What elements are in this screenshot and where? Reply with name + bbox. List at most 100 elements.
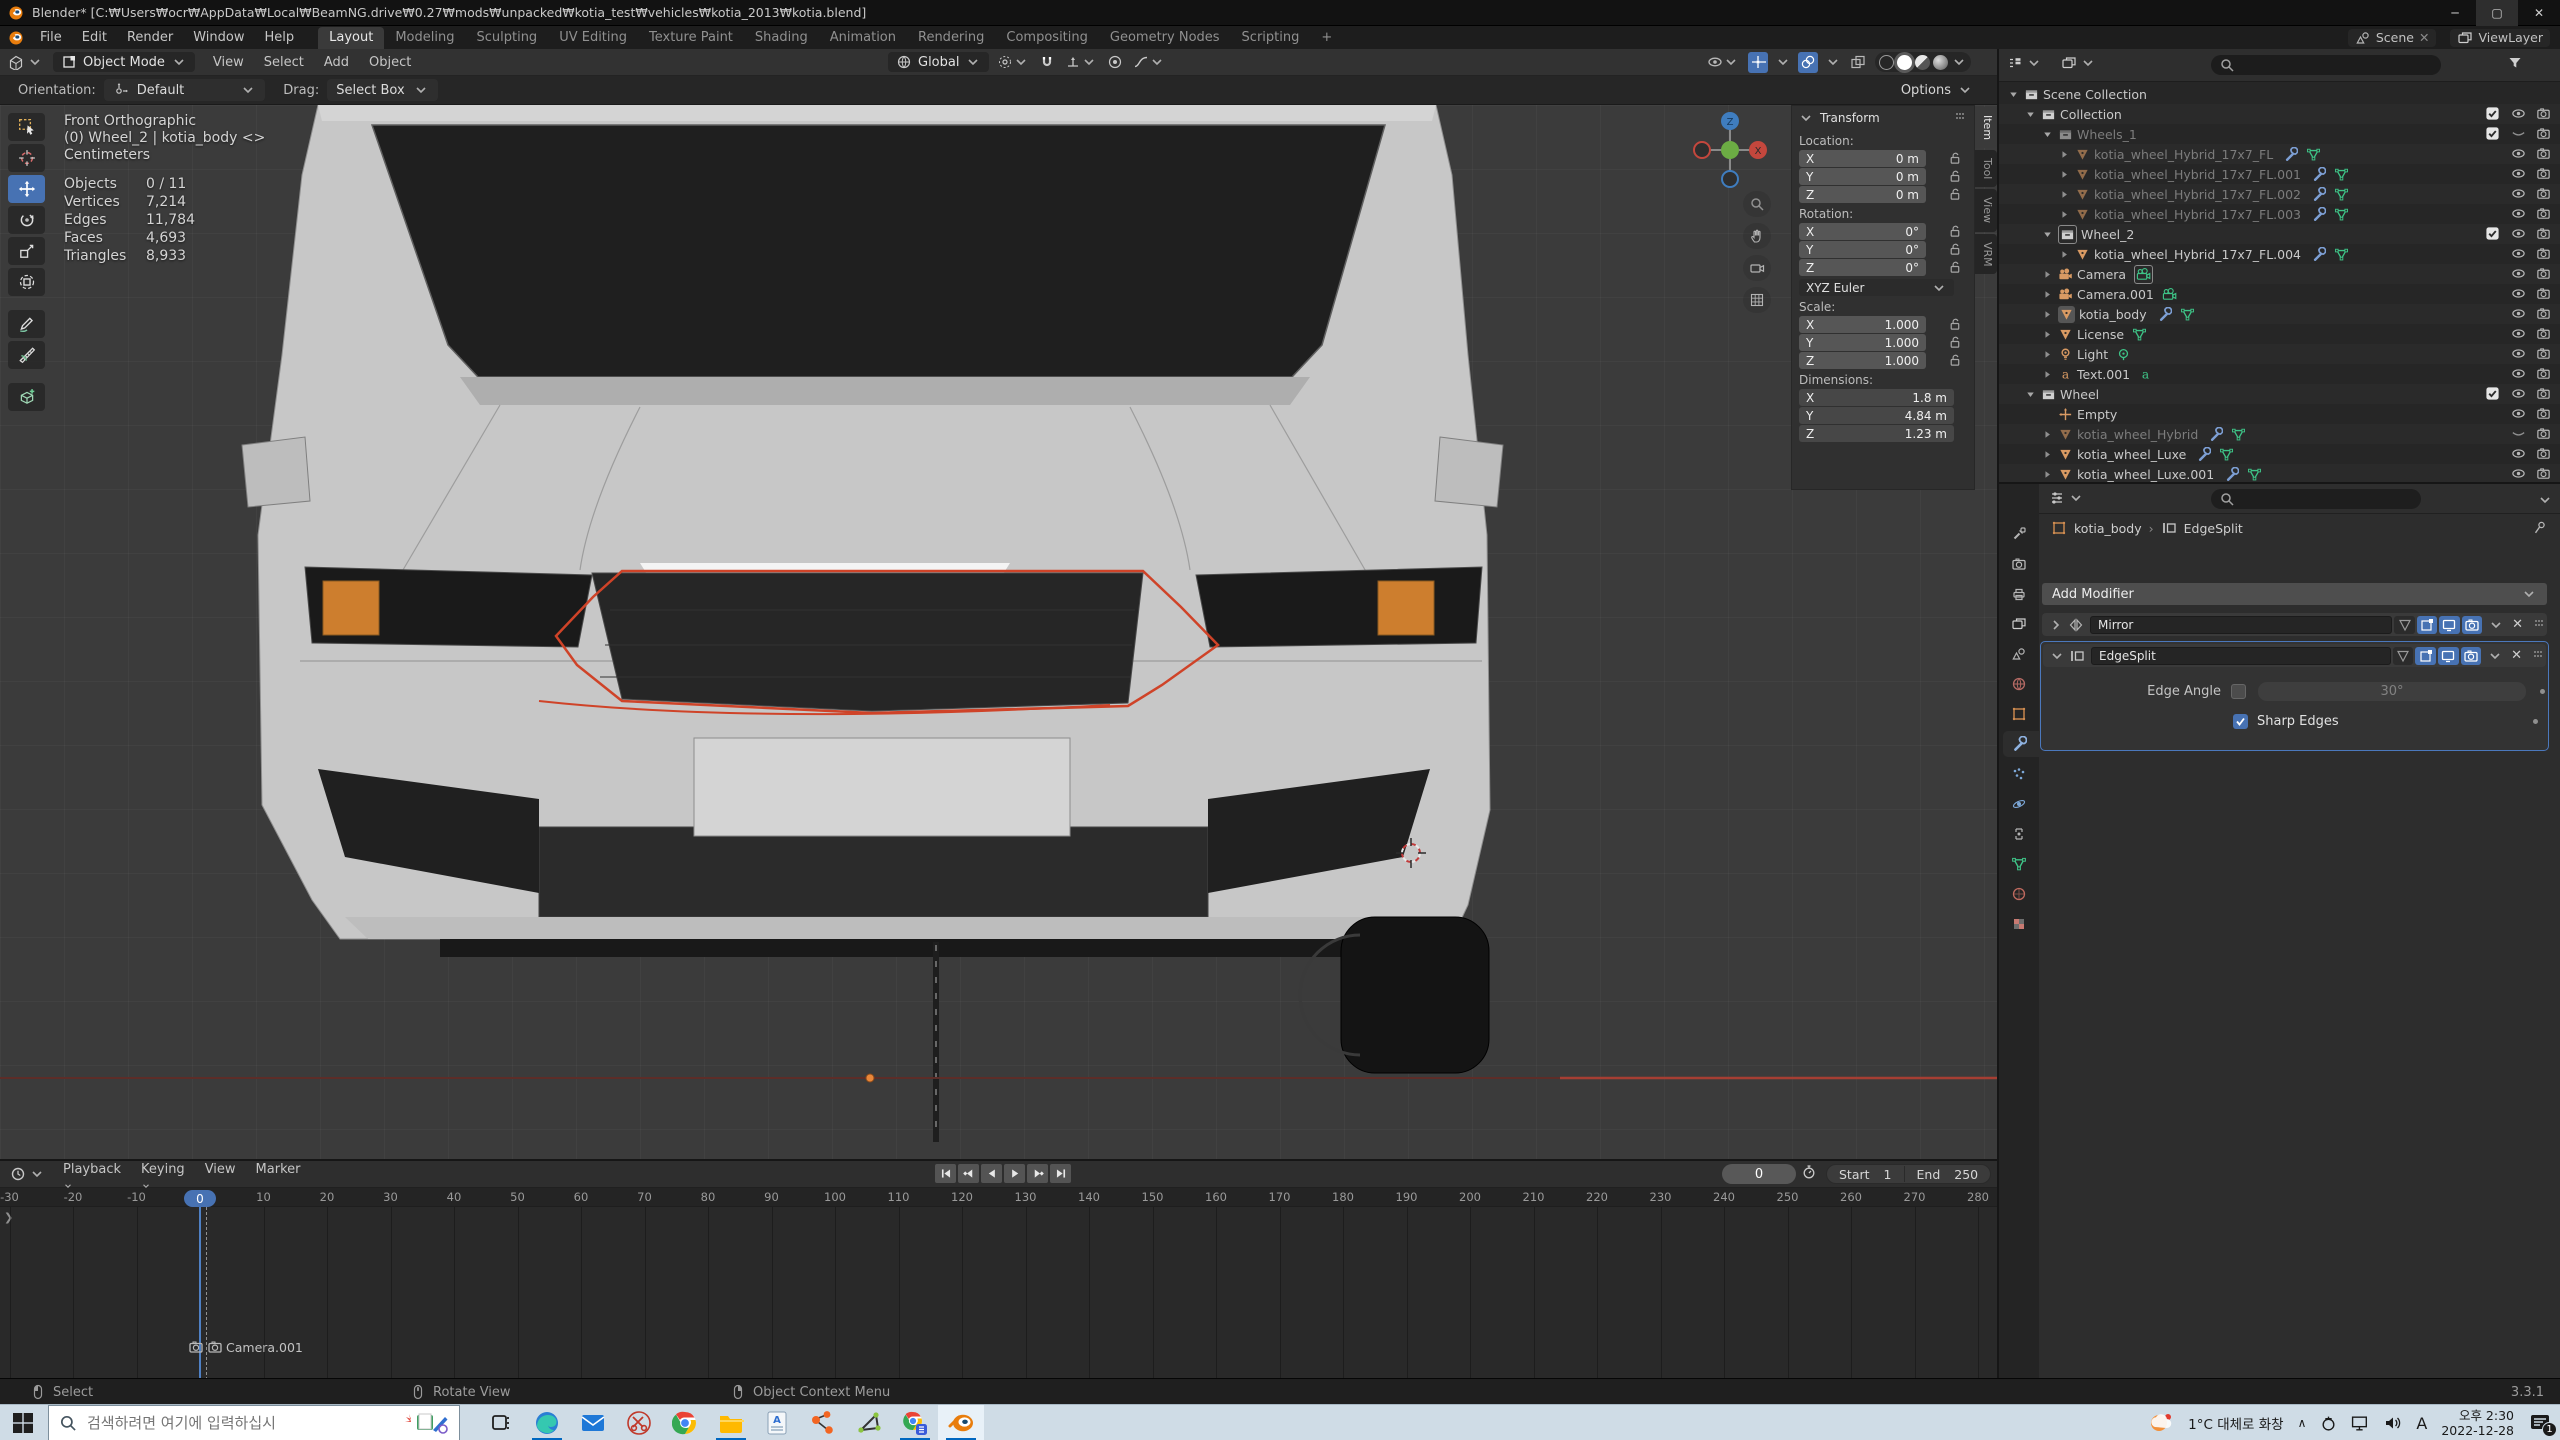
sidebar-tab-vrm[interactable]: VRM	[1975, 234, 1997, 275]
taskbar-app-chrome-profile[interactable]	[892, 1405, 938, 1440]
outliner-item-label[interactable]: Wheel	[2060, 387, 2099, 402]
taskbar-app-share-graph[interactable]	[800, 1405, 846, 1440]
expand-icon[interactable]	[2041, 268, 2054, 281]
modifier-drag-handle[interactable]	[2530, 648, 2546, 664]
display-in-viewport-toggle[interactable]	[2439, 616, 2459, 634]
tab-sculpting[interactable]: Sculpting	[465, 27, 548, 49]
expand-icon[interactable]	[2058, 208, 2071, 221]
render-visibility-icon[interactable]	[2536, 306, 2551, 321]
tab-layout[interactable]: Layout	[318, 27, 384, 49]
taskbar-app-geometry[interactable]	[846, 1405, 892, 1440]
tab-shading[interactable]: Shading	[744, 27, 819, 49]
eye-open-icon[interactable]	[2511, 266, 2526, 281]
properties-tab-physics[interactable]	[2011, 796, 2027, 812]
properties-tab-object[interactable]	[2011, 706, 2027, 722]
mesh-data-icon[interactable]	[2334, 247, 2349, 262]
expand-icon[interactable]	[2058, 248, 2071, 261]
sidebar-tab-view[interactable]: View	[1975, 189, 1997, 231]
outliner-row[interactable]: kotia_wheel_Hybrid_17x7_FL.004	[1999, 244, 2560, 264]
outliner-item-label[interactable]: kotia_wheel_Luxe	[2077, 447, 2186, 462]
render-visibility-icon[interactable]	[2536, 146, 2551, 161]
timeline-editor-type-button[interactable]	[10, 1166, 45, 1182]
tab-uv-editing[interactable]: UV Editing	[548, 27, 638, 49]
modifier-name-field[interactable]: EdgeSplit	[2091, 647, 2391, 665]
menu-edit[interactable]: Edit	[72, 26, 117, 49]
scale-x-field[interactable]: X1.000	[1799, 316, 1926, 333]
eye-open-icon[interactable]	[2511, 226, 2526, 241]
outliner-item-label[interactable]: Empty	[2077, 407, 2117, 422]
expand-icon[interactable]	[2024, 388, 2037, 401]
camera-channel[interactable]: Camera.001	[188, 1339, 303, 1355]
scale-y-field[interactable]: Y1.000	[1799, 334, 1926, 351]
eye-open-icon[interactable]	[2511, 306, 2526, 321]
properties-tab-view-layer[interactable]	[2011, 616, 2027, 632]
render-visibility-icon[interactable]	[2536, 226, 2551, 241]
gizmos-toggle[interactable]	[1748, 52, 1768, 73]
viewport-menu-object[interactable]: Object	[359, 51, 421, 74]
tool-move[interactable]	[8, 175, 45, 203]
eye-open-icon[interactable]	[2511, 446, 2526, 461]
outliner-row[interactable]: Collection	[1999, 104, 2560, 124]
frame-start-field[interactable]: Start1	[1827, 1167, 1904, 1182]
expand-icon[interactable]	[2024, 108, 2037, 121]
modifier-wrench-icon[interactable]	[2224, 467, 2239, 482]
outliner-row[interactable]: Wheels_1	[1999, 124, 2560, 144]
tab-scripting[interactable]: Scripting	[1231, 27, 1311, 49]
camera-data-icon[interactable]	[2162, 287, 2177, 302]
expand-icon[interactable]	[2048, 617, 2064, 633]
frame-end-field[interactable]: End250	[1905, 1167, 1991, 1182]
display-in-edit-mode-toggle[interactable]	[2417, 616, 2437, 634]
properties-tab-output[interactable]	[2011, 586, 2027, 602]
expand-icon[interactable]	[2058, 188, 2071, 201]
taskbar-app-file-explorer[interactable]	[708, 1405, 754, 1440]
collection-checkbox[interactable]	[2485, 106, 2500, 121]
overlays-toggle[interactable]	[1798, 52, 1818, 73]
lock-icon[interactable]	[1947, 241, 1962, 256]
taskbar-app-edge[interactable]	[524, 1405, 570, 1440]
edge-angle-checkbox[interactable]	[2231, 684, 2246, 699]
eye-open-icon[interactable]	[2511, 106, 2526, 121]
edge-angle-slider[interactable]: 30°	[2258, 682, 2526, 701]
ime-indicator[interactable]: A	[2416, 1414, 2427, 1433]
mesh-data-icon[interactable]	[2219, 447, 2234, 462]
proportional-editing-toggle[interactable]	[1105, 52, 1125, 73]
outliner-row[interactable]: kotia_wheel_Luxe	[1999, 444, 2560, 464]
expand-icon[interactable]	[2041, 428, 2054, 441]
camera-data-icon[interactable]	[2136, 267, 2151, 282]
render-visibility-icon[interactable]	[2536, 466, 2551, 481]
outliner-row[interactable]: Camera.001	[1999, 284, 2560, 304]
tool-select-box[interactable]	[8, 113, 45, 141]
render-visibility-icon[interactable]	[2536, 206, 2551, 221]
transform-collapse[interactable]	[1798, 110, 1814, 126]
animate-dot[interactable]	[2540, 689, 2545, 694]
mode-dropdown[interactable]: Object Mode	[53, 52, 195, 72]
weather-text[interactable]: 1°C 대체로 화창	[2188, 1413, 2283, 1433]
taskbar-app-wordpad[interactable]: A	[754, 1405, 800, 1440]
location-y-field[interactable]: Y0 m	[1799, 168, 1926, 185]
outliner-item-label[interactable]: Collection	[2060, 107, 2122, 122]
panel-grip[interactable]	[1952, 110, 1968, 126]
dimensions-y-field[interactable]: Y4.84 m	[1799, 407, 1954, 424]
taskbar-app-blender[interactable]	[938, 1405, 984, 1440]
use-in-render-toggle[interactable]	[2462, 616, 2482, 634]
expand-icon[interactable]	[2041, 348, 2054, 361]
mesh-data-icon[interactable]	[2132, 327, 2147, 342]
modifier-wrench-icon[interactable]	[2208, 427, 2223, 442]
menu-window[interactable]: Window	[183, 26, 254, 49]
modifier-wrench-icon[interactable]	[2311, 167, 2326, 182]
outliner-filter-button[interactable]	[2507, 55, 2523, 71]
expand-icon[interactable]	[2041, 308, 2054, 321]
collection-checkbox[interactable]	[2485, 386, 2500, 401]
outliner-item-label[interactable]: kotia_body	[2079, 307, 2147, 322]
start-button[interactable]	[12, 1412, 34, 1434]
tab-modeling[interactable]: Modeling	[384, 27, 465, 49]
render-visibility-icon[interactable]	[2536, 126, 2551, 141]
render-visibility-icon[interactable]	[2536, 246, 2551, 261]
properties-tab-texture[interactable]	[2011, 916, 2027, 932]
render-visibility-icon[interactable]	[2536, 426, 2551, 441]
eye-open-icon[interactable]	[2511, 246, 2526, 261]
properties-tab-tool[interactable]	[2011, 526, 2027, 542]
perspective-toggle-button[interactable]	[1743, 287, 1771, 313]
timeline-menu-playback[interactable]: Playback	[53, 1158, 131, 1191]
tool-orientation-dropdown[interactable]: Default	[104, 79, 266, 101]
